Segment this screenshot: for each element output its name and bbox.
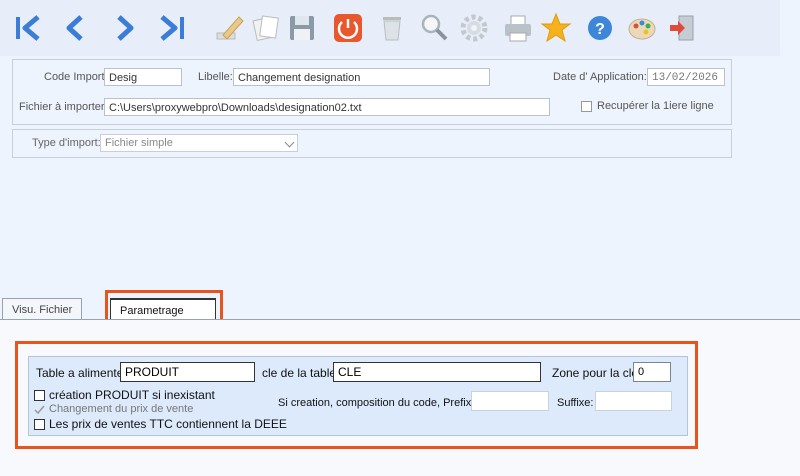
creation-produit-checkbox[interactable] [34, 390, 45, 401]
table-alimenter-field[interactable]: PRODUIT [120, 362, 255, 382]
changement-prix-checkbox[interactable] [34, 404, 45, 415]
tab-visu-fichier[interactable]: Visu. Fichier [2, 298, 83, 320]
recuperer-label: Recupérer la 1iere ligne [597, 100, 714, 112]
last-record-button[interactable] [154, 8, 190, 48]
save-button[interactable] [284, 8, 320, 48]
prefixe-field[interactable] [471, 391, 549, 411]
exit-button[interactable] [664, 8, 700, 48]
code-import-field[interactable]: Desig [104, 68, 182, 86]
suffixe-label: Suffixe: [557, 397, 594, 409]
help-icon: ? [588, 16, 612, 40]
help-button[interactable]: ? [582, 8, 618, 48]
prix-ttc-deee-checkbox[interactable] [34, 419, 45, 430]
suffixe-field[interactable] [595, 391, 672, 411]
creation-produit-label: création PRODUIT si inexistant [49, 388, 215, 402]
save-icon [290, 16, 314, 40]
table-alimenter-label: Table a alimenter: [36, 366, 131, 380]
pencil-icon [216, 16, 244, 40]
palette-button[interactable] [624, 8, 660, 48]
chevron-right-icon [117, 15, 134, 41]
skip-first-icon [16, 15, 40, 41]
delete-button[interactable] [374, 8, 410, 48]
trash-icon [383, 17, 401, 41]
toolbar: ? [0, 0, 780, 56]
fichier-label: Fichier à importer: [19, 101, 108, 113]
zone-cle-label: Zone pour la cle: [552, 366, 642, 380]
palette-icon [628, 18, 656, 40]
cle-table-field[interactable]: CLE [333, 362, 541, 382]
composition-prefixe-label: Si creation, composition du code, Prefix… [278, 397, 481, 409]
gear-icon [460, 14, 488, 42]
first-record-button[interactable] [10, 8, 46, 48]
libelle-field[interactable]: Changement designation [233, 68, 490, 86]
chevron-left-icon [66, 15, 83, 41]
previous-record-button[interactable] [58, 8, 94, 48]
changement-prix-label: Changement du prix de vente [49, 403, 194, 415]
date-application-label: Date d' Application: [553, 71, 647, 83]
date-application-field[interactable]: 13/02/2026 [647, 68, 725, 86]
printer-icon [505, 15, 531, 42]
type-import-select[interactable]: Fichier simple [100, 134, 298, 152]
search-button[interactable] [416, 8, 452, 48]
zone-cle-field[interactable]: 0 [633, 362, 671, 382]
recuperer-checkbox[interactable] [581, 101, 592, 112]
prix-ttc-deee-label: Les prix de ventes TTC contiennent la DE… [49, 417, 287, 431]
copy-button[interactable] [248, 8, 284, 48]
svg-text:?: ? [595, 21, 605, 38]
settings-button[interactable] [456, 8, 492, 48]
power-button[interactable] [330, 8, 366, 48]
next-record-button[interactable] [106, 8, 142, 48]
fichier-field[interactable]: C:\Users\proxywebpro\Downloads\designati… [104, 98, 550, 116]
code-import-label: Code Import: [44, 71, 108, 83]
edit-button[interactable] [212, 8, 248, 48]
type-import-value: Fichier simple [105, 137, 173, 149]
chevron-down-icon [284, 137, 295, 148]
checkmark-icon [34, 405, 45, 415]
search-icon [421, 14, 448, 41]
libelle-label: Libelle: [198, 71, 233, 83]
favorite-button[interactable] [538, 8, 574, 48]
skip-last-icon [160, 15, 184, 41]
copy-icon [252, 15, 279, 42]
cle-table-label: cle de la table: [262, 366, 340, 380]
star-icon [540, 12, 572, 43]
exit-icon [670, 15, 694, 41]
power-icon [334, 14, 362, 42]
print-button[interactable] [500, 8, 536, 48]
type-import-label: Type d'import: [32, 137, 101, 149]
